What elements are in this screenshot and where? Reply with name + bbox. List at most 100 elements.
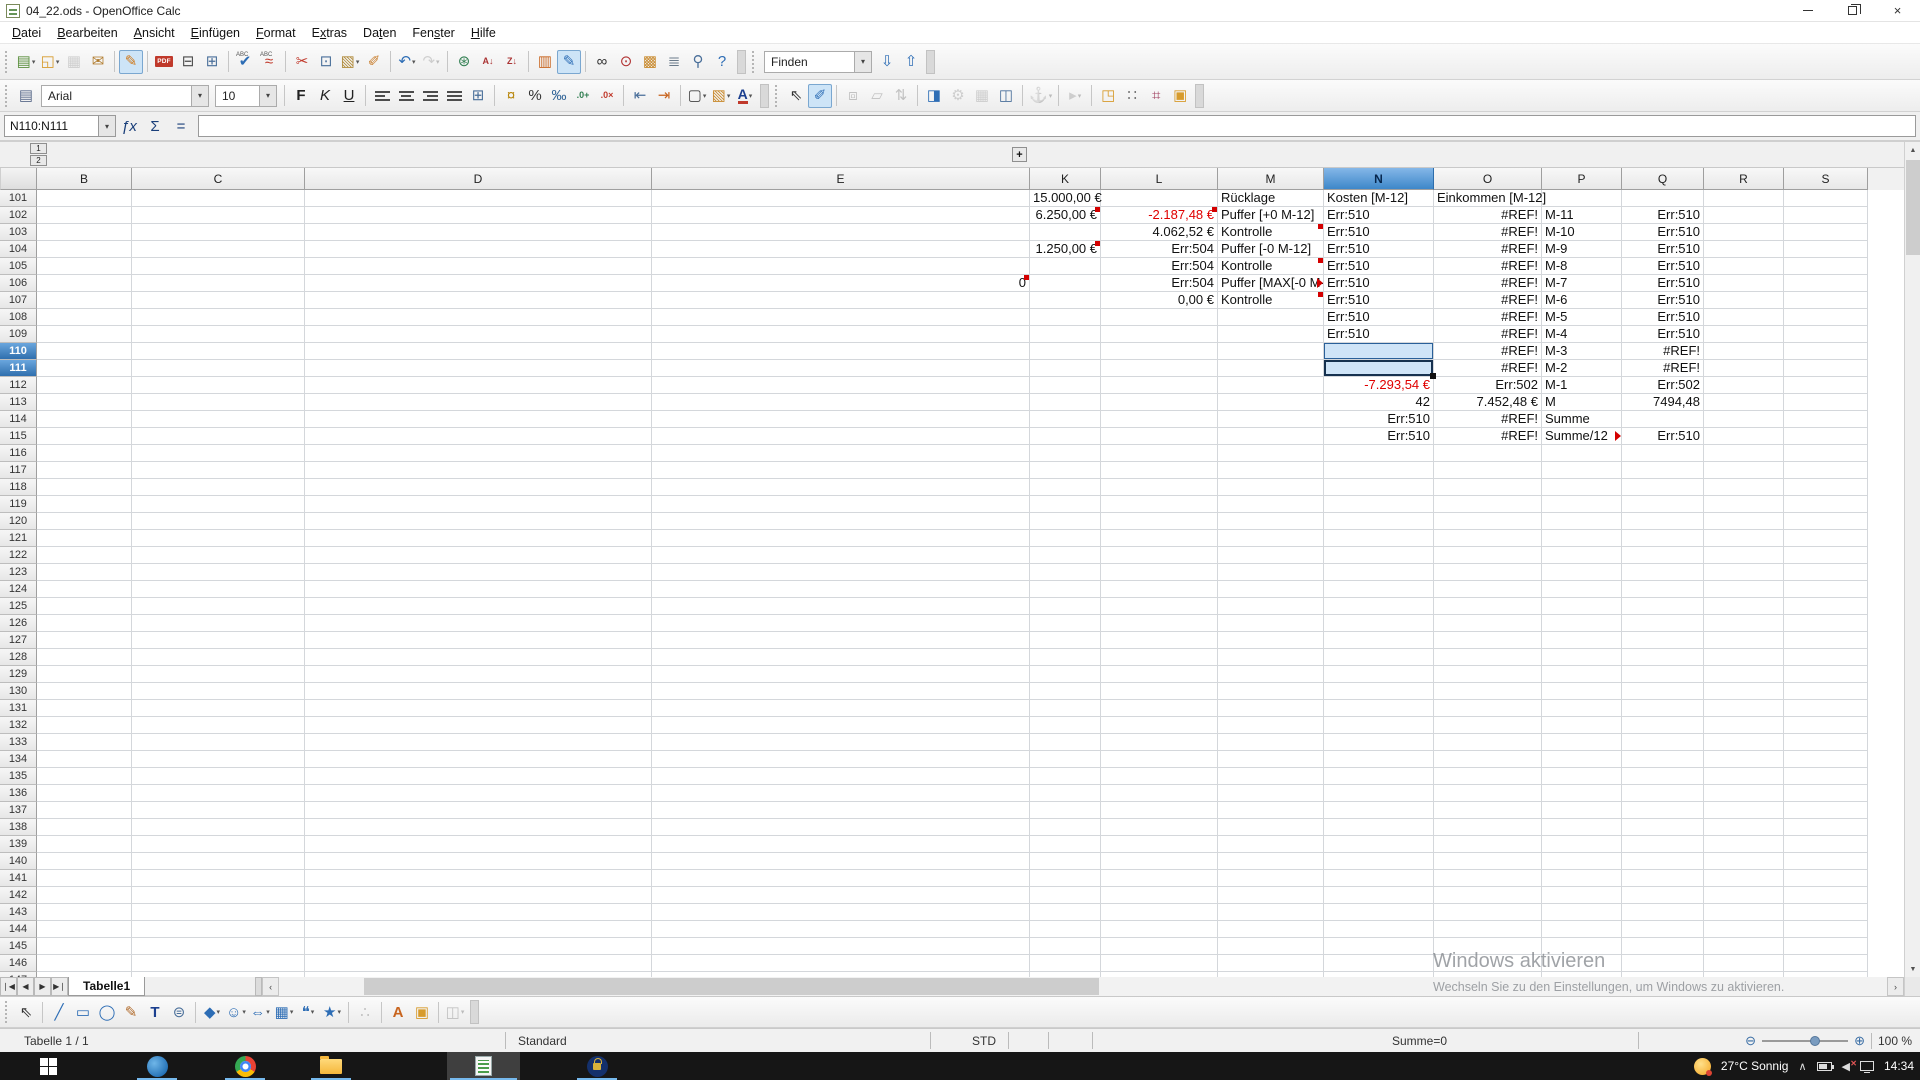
cell-R102[interactable] xyxy=(1704,207,1784,224)
cell-L131[interactable] xyxy=(1101,700,1218,717)
cell-K131[interactable] xyxy=(1030,700,1101,717)
cell-M120[interactable] xyxy=(1218,513,1324,530)
outline-level-2-button[interactable]: 2 xyxy=(30,155,47,166)
row-header-115[interactable]: 115 xyxy=(0,428,37,445)
cell-D141[interactable] xyxy=(305,870,652,887)
cell-D131[interactable] xyxy=(305,700,652,717)
cell-C142[interactable] xyxy=(132,887,305,904)
format-paintbrush-button[interactable]: ✐ xyxy=(362,50,386,74)
cell-N117[interactable] xyxy=(1324,462,1434,479)
cell-K122[interactable] xyxy=(1030,547,1101,564)
cell-K124[interactable] xyxy=(1030,581,1101,598)
cell-S120[interactable] xyxy=(1784,513,1868,530)
cell-N138[interactable] xyxy=(1324,819,1434,836)
cell-L134[interactable] xyxy=(1101,751,1218,768)
row-header-109[interactable]: 109 xyxy=(0,326,37,343)
cell-K111[interactable] xyxy=(1030,360,1101,377)
fill-handle[interactable] xyxy=(1430,373,1436,379)
horizontal-scrollbar-thumb[interactable] xyxy=(364,978,1099,995)
cell-O104[interactable]: #REF! xyxy=(1434,241,1542,258)
cell-O141[interactable] xyxy=(1434,870,1542,887)
cell-L104[interactable]: Err:504 xyxy=(1101,241,1218,258)
cell-S144[interactable] xyxy=(1784,921,1868,938)
row-header-106[interactable]: 106 xyxy=(0,275,37,292)
background-color-button[interactable]: ▧▾ xyxy=(709,84,733,108)
cell-B105[interactable] xyxy=(37,258,132,275)
cell-B138[interactable] xyxy=(37,819,132,836)
cell-Q139[interactable] xyxy=(1622,836,1704,853)
row-header-135[interactable]: 135 xyxy=(0,768,37,785)
cell-D146[interactable] xyxy=(305,955,652,972)
cell-L102[interactable]: -2.187,48 € xyxy=(1101,207,1218,224)
cell-N107[interactable]: Err:510 xyxy=(1324,292,1434,309)
cell-P114[interactable]: Summe xyxy=(1542,411,1622,428)
cell-D105[interactable] xyxy=(305,258,652,275)
chevron-down-icon[interactable]: ▾ xyxy=(412,58,416,66)
cell-P122[interactable] xyxy=(1542,547,1622,564)
cell-S103[interactable] xyxy=(1784,224,1868,241)
cell-P142[interactable] xyxy=(1542,887,1622,904)
cell-M116[interactable] xyxy=(1218,445,1324,462)
cell-K126[interactable] xyxy=(1030,615,1101,632)
cell-B108[interactable] xyxy=(37,309,132,326)
cell-S111[interactable] xyxy=(1784,360,1868,377)
cell-N103[interactable]: Err:510 xyxy=(1324,224,1434,241)
bold-button[interactable]: F xyxy=(289,84,313,108)
page-preview-button[interactable]: ⊞ xyxy=(200,50,224,74)
cell-B102[interactable] xyxy=(37,207,132,224)
cell-L103[interactable]: 4.062,52 € xyxy=(1101,224,1218,241)
cell-D118[interactable] xyxy=(305,479,652,496)
cell-P146[interactable] xyxy=(1542,955,1622,972)
cell-D125[interactable] xyxy=(305,598,652,615)
cell-R105[interactable] xyxy=(1704,258,1784,275)
cell-C124[interactable] xyxy=(132,581,305,598)
row-header-132[interactable]: 132 xyxy=(0,717,37,734)
cell-E142[interactable] xyxy=(652,887,1030,904)
cell-C144[interactable] xyxy=(132,921,305,938)
insert-frame-button[interactable]: ◫ xyxy=(994,84,1018,108)
row-header-112[interactable]: 112 xyxy=(0,377,37,394)
freeform-line-button[interactable]: ✎ xyxy=(119,1000,143,1024)
cell-D139[interactable] xyxy=(305,836,652,853)
cell-L138[interactable] xyxy=(1101,819,1218,836)
menu-bearbeiten[interactable]: Bearbeiten xyxy=(49,24,125,42)
cell-R138[interactable] xyxy=(1704,819,1784,836)
cell-M114[interactable] xyxy=(1218,411,1324,428)
cell-Q144[interactable] xyxy=(1622,921,1704,938)
cell-E112[interactable] xyxy=(652,377,1030,394)
cell-L106[interactable]: Err:504 xyxy=(1101,275,1218,292)
cell-K127[interactable] xyxy=(1030,632,1101,649)
cell-D106[interactable] xyxy=(305,275,652,292)
cell-C133[interactable] xyxy=(132,734,305,751)
cell-L125[interactable] xyxy=(1101,598,1218,615)
cell-B124[interactable] xyxy=(37,581,132,598)
cell-Q118[interactable] xyxy=(1622,479,1704,496)
cell-E105[interactable] xyxy=(652,258,1030,275)
cell-L132[interactable] xyxy=(1101,717,1218,734)
cell-B107[interactable] xyxy=(37,292,132,309)
row-header-103[interactable]: 103 xyxy=(0,224,37,241)
cell-C143[interactable] xyxy=(132,904,305,921)
row-header-125[interactable]: 125 xyxy=(0,598,37,615)
cell-E131[interactable] xyxy=(652,700,1030,717)
cell-K109[interactable] xyxy=(1030,326,1101,343)
cell-S101[interactable] xyxy=(1784,190,1868,207)
cell-S110[interactable] xyxy=(1784,343,1868,360)
cell-P101[interactable] xyxy=(1542,190,1622,207)
cell-E102[interactable] xyxy=(652,207,1030,224)
cell-E130[interactable] xyxy=(652,683,1030,700)
cell-E121[interactable] xyxy=(652,530,1030,547)
chevron-down-icon[interactable]: ▾ xyxy=(749,92,753,100)
cell-O111[interactable]: #REF! xyxy=(1434,360,1542,377)
cell-O103[interactable]: #REF! xyxy=(1434,224,1542,241)
start-button[interactable] xyxy=(24,1052,72,1080)
cell-Q103[interactable]: Err:510 xyxy=(1622,224,1704,241)
grid-corner[interactable] xyxy=(0,168,37,190)
cell-K136[interactable] xyxy=(1030,785,1101,802)
cell-B134[interactable] xyxy=(37,751,132,768)
cell-C113[interactable] xyxy=(132,394,305,411)
cell-S135[interactable] xyxy=(1784,768,1868,785)
cell-M128[interactable] xyxy=(1218,649,1324,666)
cell-D111[interactable] xyxy=(305,360,652,377)
menu-daten[interactable]: Daten xyxy=(355,24,404,42)
